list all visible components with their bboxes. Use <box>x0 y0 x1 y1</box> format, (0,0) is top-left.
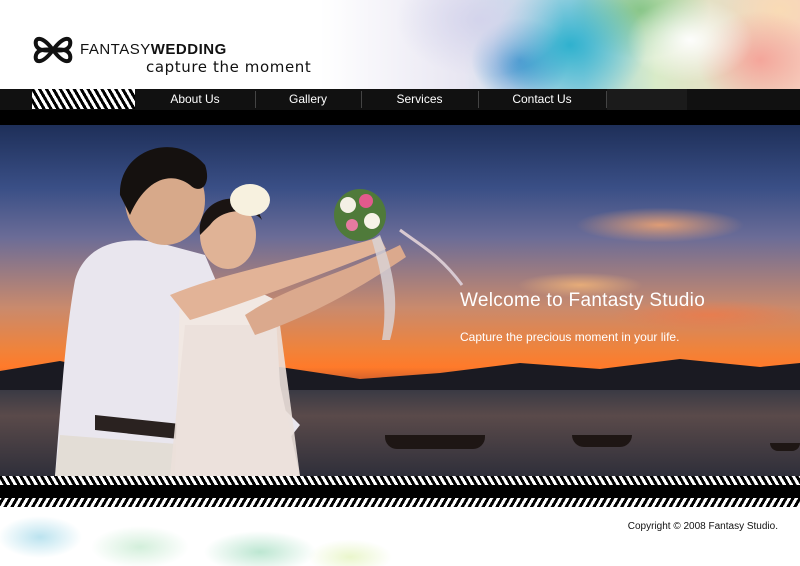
nav-empty-slot <box>607 89 687 110</box>
black-divider-band <box>0 485 800 498</box>
boat <box>770 443 800 451</box>
nav-item-contact-us[interactable]: Contact Us <box>479 89 605 110</box>
hero-subtitle: Capture the precious moment in your life… <box>460 330 680 344</box>
copyright-text: Copyright © 2008 Fantasy Studio. <box>627 521 778 532</box>
header-decorative-art <box>320 0 800 89</box>
footer-decorative-art <box>0 507 440 566</box>
hero-banner: Welcome to Fantasty Studio Capture the p… <box>0 125 800 476</box>
decorative-pattern-band <box>0 476 800 485</box>
brand-name[interactable]: FANTASYWEDDING <box>80 41 227 58</box>
nav-item-services[interactable]: Services <box>362 89 477 110</box>
brand-tagline: capture the moment <box>146 58 312 76</box>
boat <box>572 435 632 447</box>
header: FANTASYWEDDING capture the moment <box>0 0 800 89</box>
logo-icon[interactable] <box>32 31 74 69</box>
nav-decorative-pattern <box>32 89 135 109</box>
hero-welcome-heading: Welcome to Fantasty Studio <box>460 290 706 311</box>
brand-name-bold: WEDDING <box>150 41 227 58</box>
wedding-couple-photo <box>55 147 464 476</box>
footer: Copyright © 2008 Fantasy Studio. <box>0 507 800 566</box>
nav-item-gallery[interactable]: Gallery <box>256 89 360 110</box>
main-navigation: About Us Gallery Services Contact Us <box>0 89 800 125</box>
decorative-pattern-band <box>0 498 800 507</box>
nav-item-about-us[interactable]: About Us <box>136 89 254 110</box>
brand-name-light: FANTASY <box>80 41 151 58</box>
